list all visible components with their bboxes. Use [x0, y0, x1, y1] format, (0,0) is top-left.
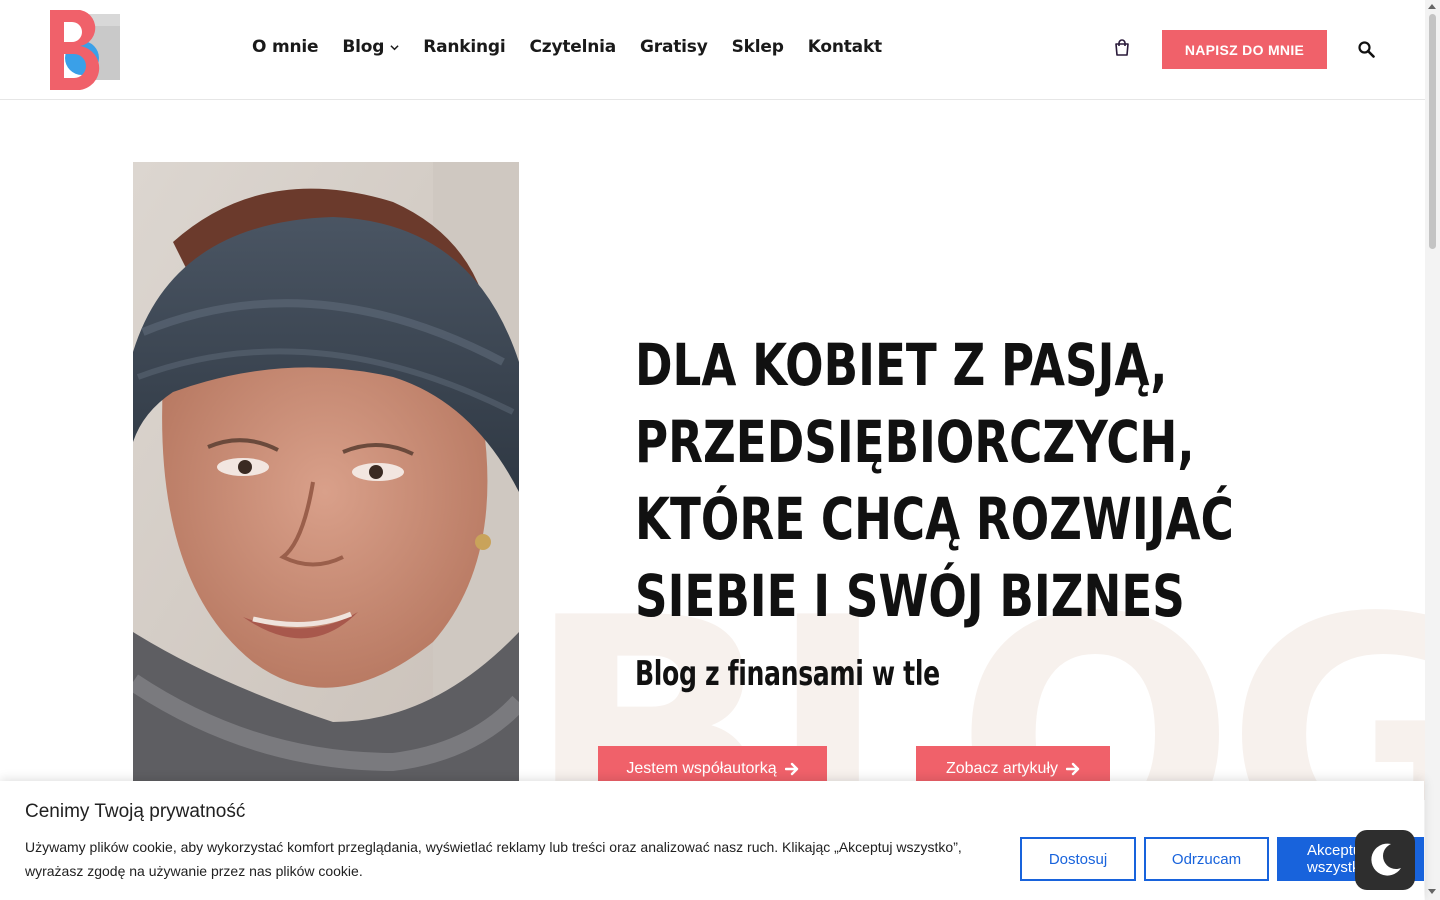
- scroll-down-arrow-icon[interactable]: [1428, 889, 1436, 894]
- write-to-me-button[interactable]: NAPISZ DO MNIE: [1162, 30, 1327, 69]
- headline-line: DLA KOBIET Z PASJĄ,: [635, 331, 1168, 399]
- coauthor-button-label: Jestem współautorką: [626, 760, 777, 777]
- nav-item-gratisy[interactable]: Gratisy: [640, 37, 708, 57]
- nav-label: Blog: [342, 37, 385, 57]
- hero-headline: DLA KOBIET Z PASJĄ, PRZEDSIĘBIORCZYCH, K…: [635, 327, 1234, 635]
- headline-line: PRZEDSIĘBIORCZYCH,: [635, 408, 1195, 476]
- nav-label: Sklep: [731, 37, 784, 57]
- headline-line: SIEBIE I SWÓJ BIZNES: [635, 562, 1185, 630]
- cookie-banner: Cenimy Twoją prywatność Używamy plików c…: [0, 781, 1424, 900]
- hero-subtitle: Blog z finansami w tle: [635, 654, 940, 694]
- nav-item-o-mnie[interactable]: O mnie: [252, 37, 319, 57]
- reject-button[interactable]: Odrzucam: [1144, 837, 1269, 881]
- cookie-banner-text: Używamy plików cookie, aby wykorzystać k…: [25, 839, 962, 879]
- author-photo: [133, 162, 519, 802]
- arrow-right-icon: [784, 762, 798, 776]
- scroll-up-arrow-icon[interactable]: [1428, 4, 1436, 9]
- site-logo[interactable]: [50, 10, 122, 90]
- moon-icon: [1371, 843, 1401, 876]
- nav-label: Gratisy: [640, 37, 708, 57]
- site-header: O mnie Blog Rankingi Czytelnia Gratisy S…: [0, 0, 1425, 100]
- main-nav: O mnie Blog Rankingi Czytelnia Gratisy S…: [252, 37, 906, 57]
- nav-item-sklep[interactable]: Sklep: [732, 37, 784, 57]
- cookie-banner-title: Cenimy Twoją prywatność: [25, 801, 246, 822]
- nav-label: O mnie: [252, 37, 319, 57]
- nav-label: Rankingi: [423, 37, 506, 57]
- nav-label: Czytelnia: [529, 37, 617, 57]
- nav-item-czytelnia[interactable]: Czytelnia: [529, 37, 616, 57]
- scrollbar-thumb[interactable]: [1429, 14, 1436, 249]
- nav-item-rankingi[interactable]: Rankingi: [423, 37, 505, 57]
- arrow-right-icon: [1066, 762, 1080, 776]
- search-icon[interactable]: [1358, 41, 1375, 58]
- cart-icon[interactable]: [1113, 39, 1131, 57]
- headline-line: KTÓRE CHCĄ ROZWIJAĆ: [635, 485, 1234, 553]
- nav-item-blog[interactable]: Blog: [342, 37, 399, 57]
- customize-button[interactable]: Dostosuj: [1020, 837, 1136, 881]
- nav-item-kontakt[interactable]: Kontakt: [808, 37, 882, 57]
- chevron-down-icon: [390, 44, 399, 50]
- dark-mode-toggle[interactable]: [1355, 830, 1415, 890]
- see-articles-button-label: Zobacz artykuły: [945, 760, 1059, 777]
- page-scrollbar[interactable]: [1425, 0, 1440, 900]
- nav-label: Kontakt: [807, 37, 882, 57]
